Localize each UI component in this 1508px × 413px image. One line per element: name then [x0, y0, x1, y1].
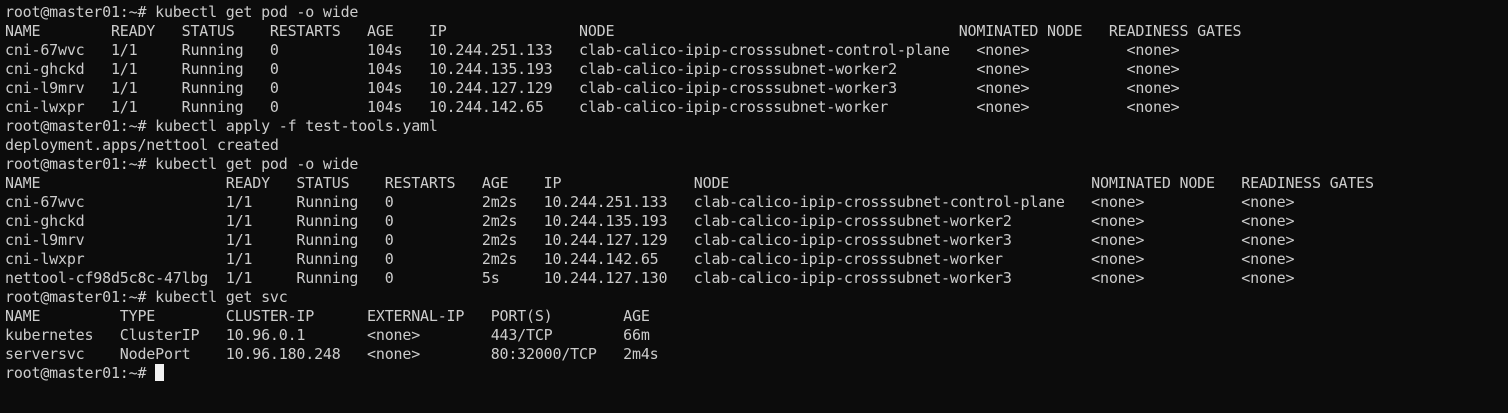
- terminal-line: root@master01:~# kubectl get svc: [5, 288, 288, 306]
- terminal-line: nettool-cf98d5c8c-47lbg 1/1 Running 0 5s…: [5, 269, 1295, 287]
- terminal-line: cni-ghckd 1/1 Running 0 104s 10.244.135.…: [5, 60, 1180, 78]
- prompt-line[interactable]: root@master01:~#: [5, 364, 1508, 383]
- terminal-line: cni-l9mrv 1/1 Running 0 104s 10.244.127.…: [5, 79, 1180, 97]
- terminal-line: cni-lwxpr 1/1 Running 0 2m2s 10.244.142.…: [5, 250, 1295, 268]
- text-cursor: [155, 364, 165, 381]
- terminal-line: cni-67wvc 1/1 Running 0 104s 10.244.251.…: [5, 41, 1180, 59]
- shell-prompt: root@master01:~#: [5, 364, 156, 382]
- terminal-line: root@master01:~# kubectl apply -f test-t…: [5, 117, 438, 135]
- terminal-line: NAME READY STATUS RESTARTS AGE IP NODE N…: [5, 174, 1374, 192]
- terminal-line: root@master01:~# kubectl get pod -o wide: [5, 155, 359, 173]
- terminal-line: root@master01:~# kubectl get pod -o wide: [5, 3, 359, 21]
- terminal-line: cni-lwxpr 1/1 Running 0 104s 10.244.142.…: [5, 98, 1180, 116]
- terminal-window[interactable]: root@master01:~# kubectl get pod -o wide…: [0, 0, 1508, 413]
- terminal-line: kubernetes ClusterIP 10.96.0.1 <none> 44…: [5, 326, 650, 344]
- terminal-line: cni-67wvc 1/1 Running 0 2m2s 10.244.251.…: [5, 193, 1295, 211]
- terminal-line: cni-ghckd 1/1 Running 0 2m2s 10.244.135.…: [5, 212, 1295, 230]
- terminal-line: NAME READY STATUS RESTARTS AGE IP NODE N…: [5, 22, 1242, 40]
- terminal-line: deployment.apps/nettool created: [5, 136, 279, 154]
- terminal-line: NAME TYPE CLUSTER-IP EXTERNAL-IP PORT(S)…: [5, 307, 650, 325]
- terminal-line: cni-l9mrv 1/1 Running 0 2m2s 10.244.127.…: [5, 231, 1295, 249]
- terminal-line: serversvc NodePort 10.96.180.248 <none> …: [5, 345, 659, 363]
